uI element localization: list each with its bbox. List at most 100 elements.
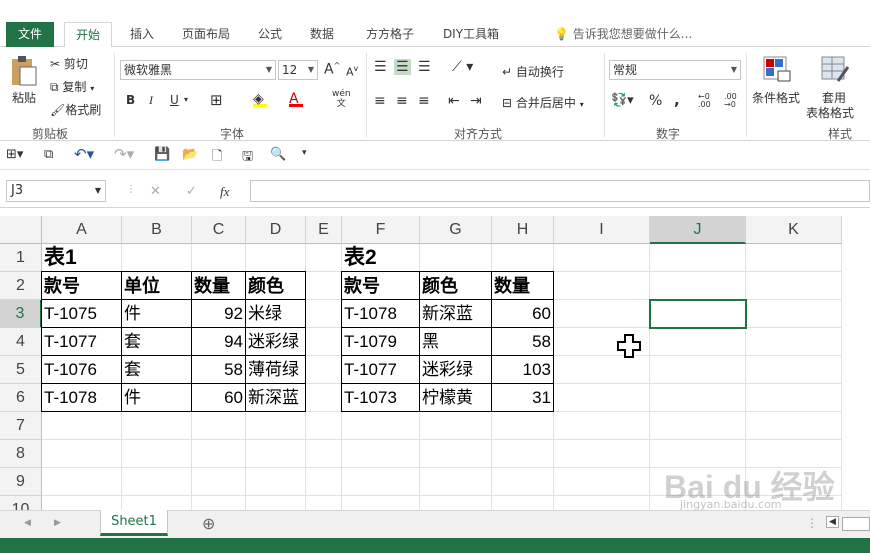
cell-f9[interactable] bbox=[342, 468, 420, 496]
add-sheet-icon[interactable]: ⊕ bbox=[202, 514, 215, 533]
tab-diy[interactable]: DIY工具箱 bbox=[436, 22, 506, 47]
row-header-6[interactable]: 6 bbox=[0, 384, 42, 412]
cell-c9[interactable] bbox=[192, 468, 246, 496]
cell-f1[interactable]: 表2 bbox=[342, 244, 420, 272]
cell-k2[interactable] bbox=[746, 272, 842, 300]
row-header-9[interactable]: 9 bbox=[0, 468, 42, 496]
column-header-a[interactable]: A bbox=[42, 216, 122, 244]
grid-icon[interactable]: ⊞▾ bbox=[6, 147, 23, 162]
cell-e9[interactable] bbox=[306, 468, 342, 496]
select-all-corner[interactable] bbox=[0, 216, 42, 244]
align-center-icon[interactable]: ≡ bbox=[396, 93, 408, 109]
cell-a7[interactable] bbox=[42, 412, 122, 440]
cell-d8[interactable] bbox=[246, 440, 306, 468]
align-middle-icon[interactable]: ☰ bbox=[394, 59, 411, 75]
new-file-icon[interactable]: 🗋 bbox=[212, 147, 222, 169]
border-icon[interactable]: ⊞ bbox=[210, 91, 223, 109]
column-header-g[interactable]: G bbox=[420, 216, 492, 244]
cell-d9[interactable] bbox=[246, 468, 306, 496]
conditional-format-button[interactable]: 条件格式 bbox=[752, 89, 800, 106]
copy-icon[interactable]: ⧉ bbox=[44, 147, 53, 162]
cell-a8[interactable] bbox=[42, 440, 122, 468]
cell-e7[interactable] bbox=[306, 412, 342, 440]
row-header-4[interactable]: 4 bbox=[0, 328, 42, 356]
cell-g7[interactable] bbox=[420, 412, 492, 440]
cell-j5[interactable] bbox=[650, 356, 746, 384]
cell-i3[interactable] bbox=[554, 300, 650, 328]
cell-f7[interactable] bbox=[342, 412, 420, 440]
cell-i9[interactable] bbox=[554, 468, 650, 496]
orientation-icon[interactable]: ⟋ ▾ bbox=[452, 59, 473, 75]
cell-k3[interactable] bbox=[746, 300, 842, 328]
cell-h10[interactable] bbox=[492, 496, 554, 510]
cell-g10[interactable] bbox=[420, 496, 492, 510]
cell-c1[interactable] bbox=[192, 244, 246, 272]
redo-icon[interactable]: ↷▾ bbox=[114, 145, 134, 163]
grow-font-button[interactable]: A^ bbox=[324, 61, 340, 78]
tab-data[interactable]: 数据 bbox=[302, 22, 342, 47]
row-header-2[interactable]: 2 bbox=[0, 272, 42, 300]
decrease-indent-icon[interactable]: ⇤ bbox=[448, 93, 460, 109]
cell-k6[interactable] bbox=[746, 384, 842, 412]
align-bottom-icon[interactable]: ☰ bbox=[418, 59, 431, 75]
cell-i2[interactable] bbox=[554, 272, 650, 300]
format-painter-button[interactable]: 🖌格式刷 bbox=[50, 101, 101, 118]
hscroll-left-icon[interactable]: ◀ bbox=[826, 516, 839, 528]
column-header-f[interactable]: F bbox=[342, 216, 420, 244]
cell-i1[interactable] bbox=[554, 244, 650, 272]
tab-file[interactable]: 文件 bbox=[6, 22, 54, 47]
formula-input[interactable] bbox=[250, 180, 870, 202]
cell-d1[interactable] bbox=[246, 244, 306, 272]
font-color-icon[interactable]: A bbox=[289, 91, 303, 107]
underline-button[interactable]: U bbox=[170, 93, 179, 107]
cell-f10[interactable] bbox=[342, 496, 420, 510]
cell-i5[interactable] bbox=[554, 356, 650, 384]
cell-a10[interactable] bbox=[42, 496, 122, 510]
insert-function-icon[interactable]: fx bbox=[220, 184, 229, 200]
cut-button[interactable]: ✂ 剪切 bbox=[50, 55, 88, 72]
cell-e8[interactable] bbox=[306, 440, 342, 468]
row-header-5[interactable]: 5 bbox=[0, 356, 42, 384]
bold-button[interactable]: B bbox=[126, 93, 135, 107]
cell-d10[interactable] bbox=[246, 496, 306, 510]
cell-c7[interactable] bbox=[192, 412, 246, 440]
undo-icon[interactable]: ↶▾ bbox=[74, 145, 94, 163]
column-header-j[interactable]: J bbox=[650, 216, 746, 244]
cell-e6[interactable] bbox=[306, 384, 342, 412]
cell-j4[interactable] bbox=[650, 328, 746, 356]
enter-icon[interactable]: ✓ bbox=[186, 184, 197, 199]
tab-insert[interactable]: 插入 bbox=[122, 22, 162, 47]
customize-qat-icon[interactable]: ▾ bbox=[302, 148, 307, 158]
horizontal-scrollbar[interactable] bbox=[842, 517, 870, 531]
row-header-1[interactable]: 1 bbox=[0, 244, 42, 272]
wrap-text-button[interactable]: ↵ 自动换行 bbox=[502, 63, 564, 80]
cell-h7[interactable] bbox=[492, 412, 554, 440]
tab-fangfang[interactable]: 方方格子 bbox=[358, 22, 422, 47]
cell-k4[interactable] bbox=[746, 328, 842, 356]
cell-b9[interactable] bbox=[122, 468, 192, 496]
format-as-table-icon[interactable] bbox=[820, 55, 850, 83]
print-preview-icon[interactable]: 🔍 bbox=[270, 147, 286, 162]
name-box[interactable]: J3 ▼ bbox=[6, 180, 106, 202]
save-as-icon[interactable]: 🖫 bbox=[242, 147, 253, 169]
cell-b8[interactable] bbox=[122, 440, 192, 468]
column-header-k[interactable]: K bbox=[746, 216, 842, 244]
cell-e2[interactable] bbox=[306, 272, 342, 300]
cell-k1[interactable] bbox=[746, 244, 842, 272]
column-header-h[interactable]: H bbox=[492, 216, 554, 244]
cell-b10[interactable] bbox=[122, 496, 192, 510]
align-top-icon[interactable]: ☰ bbox=[374, 59, 387, 75]
decrease-decimal-icon[interactable]: .00 →0 bbox=[724, 93, 737, 109]
underline-dropdown[interactable]: ▾ bbox=[184, 95, 188, 104]
cell-d7[interactable] bbox=[246, 412, 306, 440]
merge-center-button[interactable]: ⊟ 合并后居中 ▾ bbox=[502, 94, 584, 111]
row-header-7[interactable]: 7 bbox=[0, 412, 42, 440]
scroll-right-icon[interactable]: ▶ bbox=[54, 518, 61, 528]
cell-b7[interactable] bbox=[122, 412, 192, 440]
cell-g1[interactable] bbox=[420, 244, 492, 272]
cell-h8[interactable] bbox=[492, 440, 554, 468]
column-header-b[interactable]: B bbox=[122, 216, 192, 244]
conditional-format-icon[interactable] bbox=[762, 55, 792, 83]
cell-j2[interactable] bbox=[650, 272, 746, 300]
cell-i8[interactable] bbox=[554, 440, 650, 468]
